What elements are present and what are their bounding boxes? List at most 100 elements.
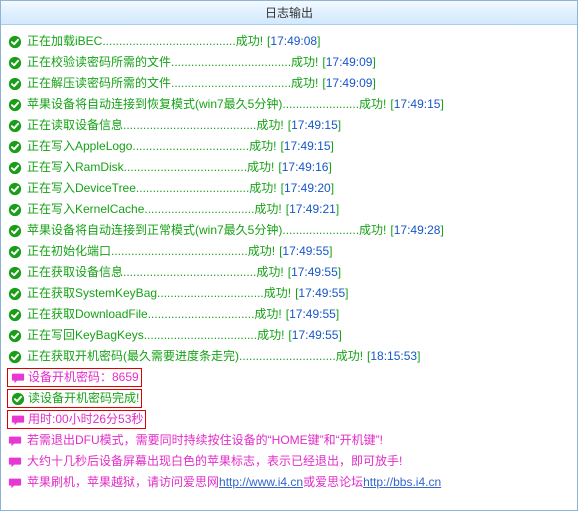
ts-bracket: ] bbox=[440, 220, 443, 241]
timestamp: 17:49:08 bbox=[270, 31, 317, 52]
success-icon bbox=[7, 139, 23, 155]
ts-bracket: ] bbox=[345, 283, 348, 304]
log-output-area[interactable]: 正在加载iBEC................................… bbox=[1, 25, 577, 510]
result-label: 成功! bbox=[256, 262, 283, 283]
log-message: 正在解压读密码所需的文件 bbox=[27, 73, 171, 94]
timestamp: 17:49:20 bbox=[284, 178, 331, 199]
dots-filler: ........................................… bbox=[111, 241, 248, 262]
timestamp: 17:49:09 bbox=[326, 73, 373, 94]
log-message: 若需退出DFU模式，需要同时持续按住设备的“HOME键”和“开机键”! bbox=[27, 430, 383, 451]
success-icon bbox=[7, 97, 23, 113]
result-label: 成功! bbox=[254, 304, 281, 325]
log-message: 正在加载iBEC bbox=[27, 31, 102, 52]
log-message: 正在写入KernelCache bbox=[27, 199, 144, 220]
dots-filler: ........................................ bbox=[102, 31, 235, 52]
ts-bracket: ] bbox=[372, 73, 375, 94]
panel-title: 日志输出 bbox=[1, 1, 577, 25]
log-row: 读设备开机密码完成! bbox=[7, 388, 573, 409]
dots-filler: ....................... bbox=[282, 94, 359, 115]
log-row: 苹果刷机，苹果越狱，请访问爱思网http://www.i4.cn或爱思论坛htt… bbox=[7, 472, 573, 493]
timestamp: 17:49:55 bbox=[292, 325, 339, 346]
success-icon bbox=[7, 307, 23, 323]
dots-filler: ....................... bbox=[282, 220, 359, 241]
timestamp: 17:49:21 bbox=[289, 199, 336, 220]
dots-filler: ................................. bbox=[144, 199, 254, 220]
ts-bracket: ] bbox=[328, 157, 331, 178]
dots-filler: ..................................... bbox=[124, 157, 247, 178]
link-text[interactable]: http://www.i4.cn bbox=[219, 472, 303, 493]
link-text[interactable]: http://bbs.i4.cn bbox=[363, 472, 441, 493]
log-row: 正在写入RamDisk.............................… bbox=[7, 157, 573, 178]
dots-filler: .................................. bbox=[144, 325, 257, 346]
log-row: 正在获取SystemKeyBag........................… bbox=[7, 283, 573, 304]
result-label: 成功! bbox=[247, 157, 274, 178]
success-icon bbox=[7, 76, 23, 92]
dots-filler: .................................. bbox=[136, 178, 249, 199]
log-row: 正在写回KeyBagKeys..........................… bbox=[7, 325, 573, 346]
success-icon bbox=[7, 223, 23, 239]
log-row: 大约十几秒后设备屏幕出现白色的苹果标志，表示已经退出，即可放手! bbox=[7, 451, 573, 472]
success-icon bbox=[7, 349, 23, 365]
log-message: 正在写入AppleLogo bbox=[27, 136, 132, 157]
result-label: 成功! bbox=[257, 325, 284, 346]
timestamp: 17:49:15 bbox=[394, 94, 441, 115]
log-message: 正在写入DeviceTree bbox=[27, 178, 136, 199]
log-row: 正在获取开机密码(最久需要进度条走完).....................… bbox=[7, 346, 573, 367]
success-icon bbox=[7, 181, 23, 197]
result-label: 成功! bbox=[291, 52, 318, 73]
dots-filler: ........................................ bbox=[123, 115, 256, 136]
highlight-box: 读设备开机密码完成! bbox=[7, 389, 142, 408]
timestamp: 18:15:53 bbox=[370, 346, 417, 367]
highlight-box: 设备开机密码：8659 bbox=[7, 368, 142, 387]
ts-bracket: ] bbox=[338, 262, 341, 283]
dots-filler: .................................... bbox=[171, 73, 291, 94]
result-label: 成功! bbox=[336, 346, 363, 367]
ts-bracket: ] bbox=[336, 199, 339, 220]
log-message: 用时:00小时26分53秒 bbox=[28, 409, 143, 430]
log-message: 大约十几秒后设备屏幕出现白色的苹果标志，表示已经退出，即可放手! bbox=[27, 451, 402, 472]
success-icon bbox=[7, 55, 23, 71]
success-icon bbox=[7, 34, 23, 50]
timestamp: 17:49:28 bbox=[394, 220, 441, 241]
timestamp: 17:49:09 bbox=[326, 52, 373, 73]
log-message: 正在获取DownloadFile bbox=[27, 304, 148, 325]
log-message: 苹果刷机，苹果越狱，请访问爱思网 bbox=[27, 472, 219, 493]
log-row: 苹果设备将自动连接到正常模式(win7最久5分钟)...............… bbox=[7, 220, 573, 241]
success-icon bbox=[7, 265, 23, 281]
log-row: 正在写入AppleLogo...........................… bbox=[7, 136, 573, 157]
timestamp: 17:49:55 bbox=[282, 241, 329, 262]
result-label: 成功! bbox=[249, 136, 276, 157]
log-message: 正在获取开机密码(最久需要进度条走完) bbox=[27, 346, 239, 367]
log-row: 正在获取设备信息................................… bbox=[7, 262, 573, 283]
timestamp: 17:49:55 bbox=[298, 283, 345, 304]
log-message: 或爱思论坛 bbox=[303, 472, 363, 493]
ts-bracket: ] bbox=[338, 115, 341, 136]
result-label: 成功! bbox=[256, 115, 283, 136]
log-row: 若需退出DFU模式，需要同时持续按住设备的“HOME键”和“开机键”! bbox=[7, 430, 573, 451]
result-label: 成功! bbox=[359, 94, 386, 115]
timestamp: 17:49:15 bbox=[291, 115, 338, 136]
success-icon bbox=[7, 160, 23, 176]
timestamp: 17:49:16 bbox=[282, 157, 329, 178]
dots-filler: ........................................ bbox=[123, 262, 256, 283]
ts-bracket: ] bbox=[331, 136, 334, 157]
dots-filler: ................................ bbox=[157, 283, 264, 304]
log-message: 正在校验读密码所需的文件 bbox=[27, 52, 171, 73]
log-message: 设备开机密码：8659 bbox=[28, 367, 139, 388]
timestamp: 17:49:55 bbox=[291, 262, 338, 283]
log-message: 苹果设备将自动连接到正常模式(win7最久5分钟) bbox=[27, 220, 282, 241]
log-message: 正在读取设备信息 bbox=[27, 115, 123, 136]
log-message: 正在写入RamDisk bbox=[27, 157, 124, 178]
success-icon bbox=[7, 244, 23, 260]
log-row: 正在初始化端口.................................… bbox=[7, 241, 573, 262]
ts-bracket: ] bbox=[336, 304, 339, 325]
result-label: 成功! bbox=[264, 283, 291, 304]
timestamp: 17:49:55 bbox=[289, 304, 336, 325]
result-label: 成功! bbox=[254, 199, 281, 220]
dots-filler: ................................ bbox=[148, 304, 255, 325]
log-row: 正在读取设备信息................................… bbox=[7, 115, 573, 136]
log-message: 正在获取设备信息 bbox=[27, 262, 123, 283]
log-message: 苹果设备将自动连接到恢复模式(win7最久5分钟) bbox=[27, 94, 282, 115]
success-icon bbox=[7, 118, 23, 134]
ts-bracket: ] bbox=[317, 31, 320, 52]
